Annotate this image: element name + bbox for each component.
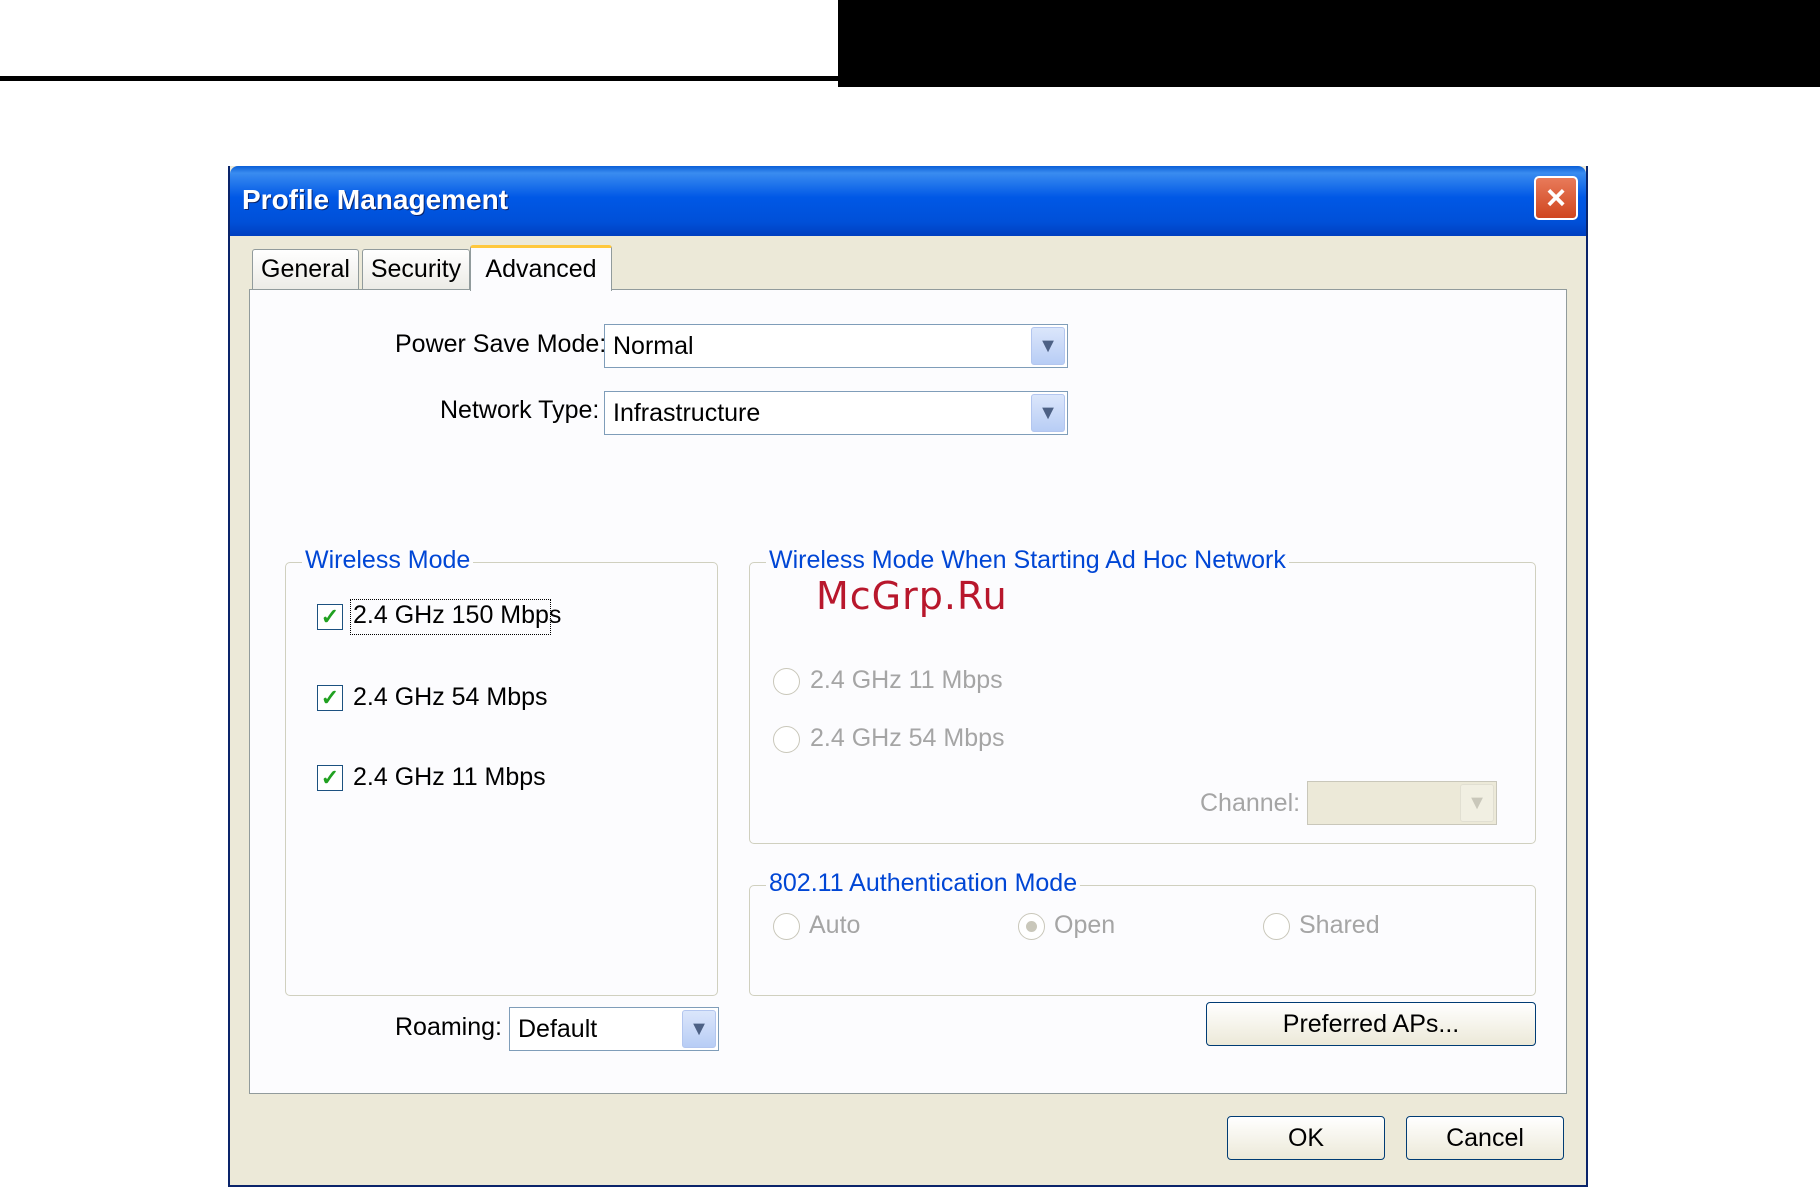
power-save-mode-label: Power Save Mode: <box>395 330 607 358</box>
group-title: 802.11 Authentication Mode <box>766 869 1081 898</box>
checkbox-label[interactable]: 2.4 GHz 54 Mbps <box>353 683 548 712</box>
close-icon: × <box>1546 179 1566 217</box>
check-icon: ✓ <box>320 765 340 790</box>
tab-advanced[interactable]: Advanced <box>470 245 612 291</box>
radio-auth-open[interactable] <box>1018 913 1045 940</box>
watermark: McGrp.Ru <box>816 574 1008 618</box>
button-label: Preferred APs... <box>1282 1009 1460 1038</box>
wireless-mode-group: Wireless Mode ✓ 2.4 GHz 150 Mbps ✓ 2.4 G… <box>285 546 718 996</box>
network-type-select[interactable]: Infrastructure ▼ <box>604 391 1068 435</box>
title-bar[interactable]: Profile Management × <box>230 166 1586 236</box>
checkbox-150mbps[interactable]: ✓ <box>317 604 343 630</box>
page-header-black-bar <box>838 0 1820 87</box>
chevron-down-icon[interactable]: ▼ <box>1031 327 1065 365</box>
checkbox-11mbps[interactable]: ✓ <box>317 765 343 791</box>
tab-label: Advanced <box>485 255 597 283</box>
advanced-tab-panel: Power Save Mode: Normal ▼ Network Type: … <box>249 289 1567 1094</box>
page-header-rule <box>0 0 838 81</box>
radio-adhoc-11mbps[interactable] <box>773 668 800 695</box>
tab-security[interactable]: Security <box>362 249 470 289</box>
checkbox-54mbps[interactable]: ✓ <box>317 685 343 711</box>
preferred-aps-button[interactable]: Preferred APs... <box>1206 1002 1536 1046</box>
radio-label: 2.4 GHz 54 Mbps <box>810 724 1005 752</box>
channel-select[interactable]: ▼ <box>1307 781 1497 825</box>
network-type-label: Network Type: <box>440 396 600 424</box>
group-title: Wireless Mode <box>302 546 474 575</box>
radio-auth-auto[interactable] <box>773 913 800 940</box>
chevron-down-icon[interactable]: ▼ <box>1031 394 1065 432</box>
profile-management-dialog: Profile Management × General Security Ad… <box>228 166 1588 1187</box>
roaming-label: Roaming: <box>395 1013 502 1041</box>
check-icon: ✓ <box>320 685 340 710</box>
radio-label: Open <box>1054 911 1116 939</box>
check-icon: ✓ <box>320 604 340 629</box>
radio-adhoc-54mbps[interactable] <box>773 726 800 753</box>
button-label: OK <box>1287 1123 1325 1152</box>
dialog-title: Profile Management <box>242 184 509 215</box>
radio-label: 2.4 GHz 11 Mbps <box>810 666 1003 694</box>
cancel-button[interactable]: Cancel <box>1406 1116 1564 1160</box>
channel-label: Channel: <box>1200 789 1301 817</box>
ok-button[interactable]: OK <box>1227 1116 1385 1160</box>
radio-label: Shared <box>1299 911 1380 939</box>
radio-label: Auto <box>809 911 861 939</box>
selected-value: Default <box>518 1014 598 1043</box>
close-button[interactable]: × <box>1534 176 1578 220</box>
tab-general[interactable]: General <box>252 249 359 289</box>
radio-auth-shared[interactable] <box>1263 913 1290 940</box>
auth-mode-group: 802.11 Authentication Mode Auto Open Sha… <box>749 869 1536 996</box>
checkbox-label[interactable]: 2.4 GHz 11 Mbps <box>353 763 546 792</box>
power-save-mode-select[interactable]: Normal ▼ <box>604 324 1068 368</box>
tab-label: General <box>261 255 350 283</box>
chevron-down-icon[interactable]: ▼ <box>1460 784 1494 822</box>
tab-label: Security <box>370 255 462 283</box>
chevron-down-icon[interactable]: ▼ <box>682 1010 716 1048</box>
button-label: Cancel <box>1446 1123 1524 1152</box>
selected-value: Infrastructure <box>613 398 761 427</box>
group-title: Wireless Mode When Starting Ad Hoc Netwo… <box>766 546 1289 575</box>
checkbox-label[interactable]: 2.4 GHz 150 Mbps <box>353 601 561 630</box>
roaming-select[interactable]: Default ▼ <box>509 1007 719 1051</box>
selected-value: Normal <box>613 331 694 360</box>
